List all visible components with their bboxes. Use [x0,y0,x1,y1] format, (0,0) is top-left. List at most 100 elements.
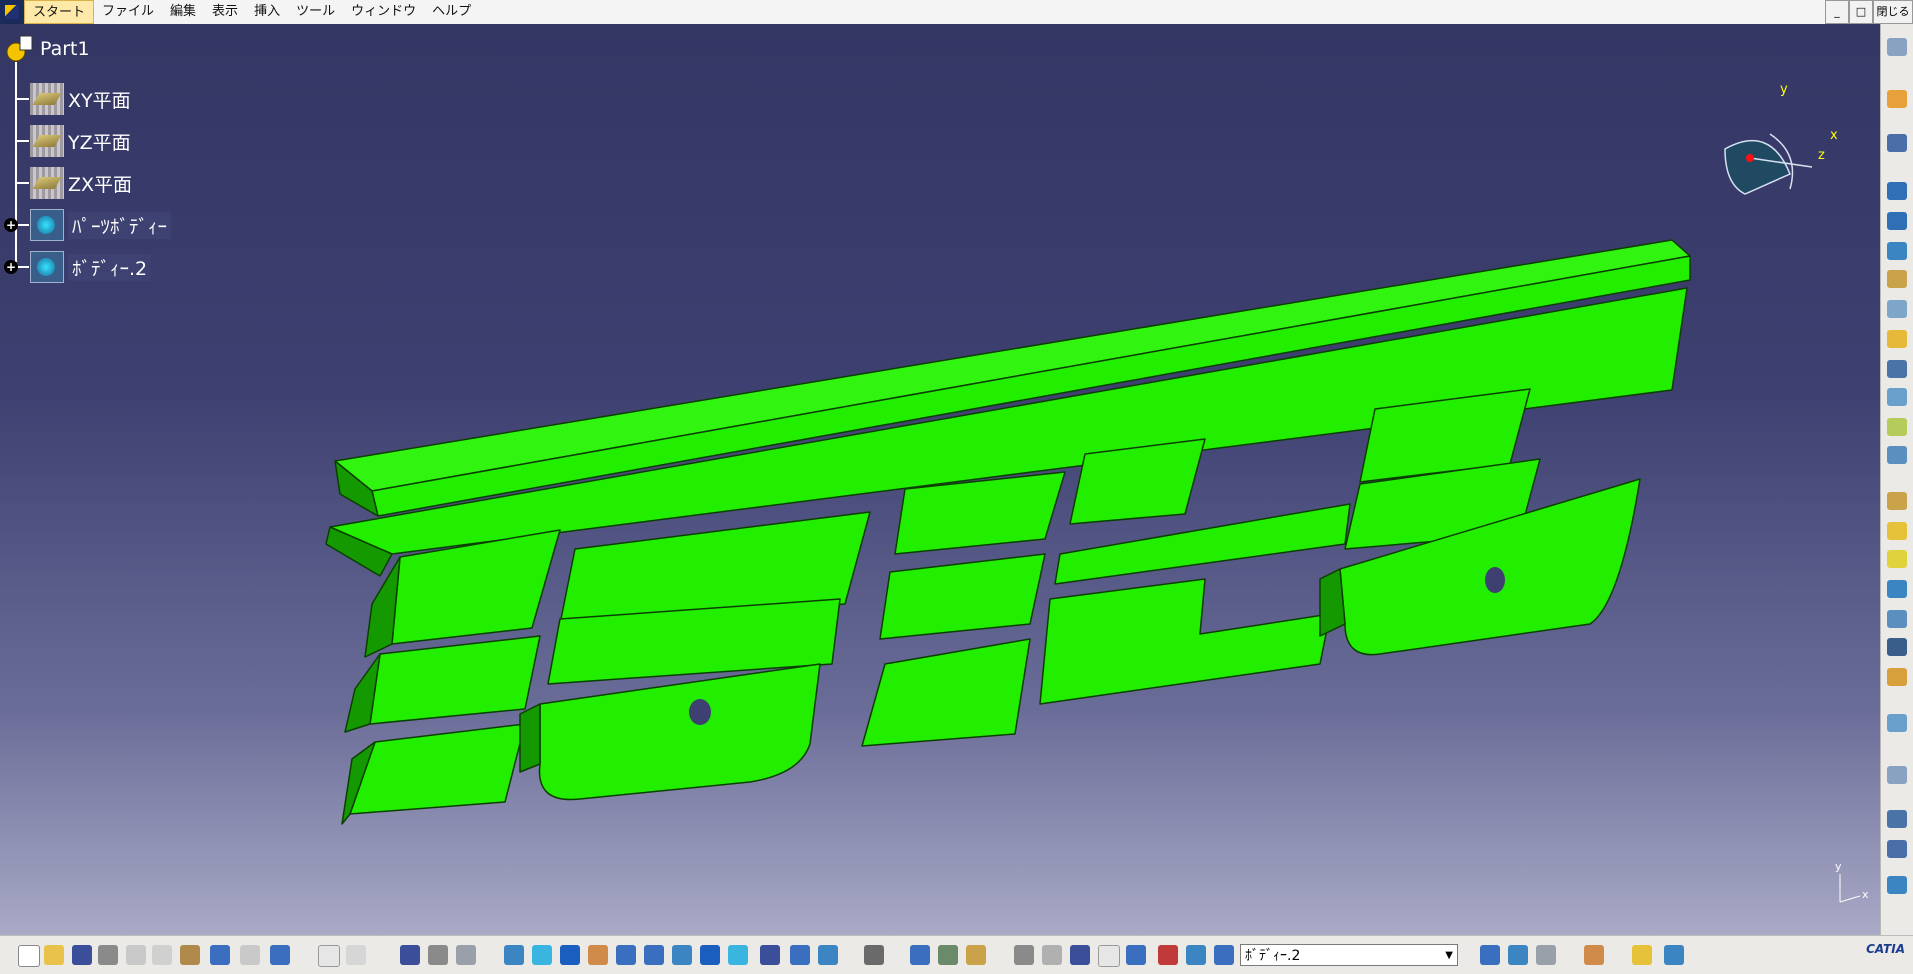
boolean-intersect-icon[interactable] [1536,945,1556,965]
whats-this-icon[interactable] [270,945,290,965]
expand-plus-icon[interactable]: + [4,260,18,274]
menu-help[interactable]: ヘルプ [424,0,479,24]
redo-icon[interactable] [240,945,260,965]
pad-icon[interactable] [1887,182,1907,200]
rib-icon[interactable] [1887,330,1907,348]
menu-file[interactable]: ファイル [94,0,162,24]
apply-material-icon[interactable] [938,945,958,965]
window-controls: _ □ 閉じる [1825,0,1913,24]
expand-plus-icon[interactable]: + [4,218,18,232]
formula-icon[interactable] [318,945,340,967]
measure-inertia-icon[interactable] [966,945,986,965]
bottom-toolbar: ﾎﾞﾃﾞｨｰ.2 ▼ CATIA [0,935,1913,974]
menu-view[interactable]: 表示 [204,0,246,24]
chamfer-icon[interactable] [1887,522,1907,540]
measure-icon[interactable] [1887,876,1907,894]
work-on-support-icon[interactable] [1126,945,1146,965]
menu-start[interactable]: スタート [24,0,95,24]
lock-icon[interactable] [428,945,448,965]
select-arrow-icon[interactable] [1887,90,1907,108]
shaft-icon[interactable] [1887,242,1907,260]
menu-tools[interactable]: ツール [288,0,343,24]
slot-icon[interactable] [1887,360,1907,378]
print-icon[interactable] [98,945,118,965]
shell-icon[interactable] [1887,580,1907,598]
define-work-object-icon[interactable] [1214,945,1234,965]
menu-edit[interactable]: 編集 [162,0,204,24]
zoom-out-icon[interactable] [644,945,664,965]
iso-view-icon[interactable] [728,945,748,965]
compass-y-label: y [1780,82,1788,97]
edge-fillet-icon[interactable] [1887,492,1907,510]
zoom-in-icon[interactable] [616,945,636,965]
refresh-icon[interactable] [1014,945,1034,965]
pocket-icon[interactable] [1887,212,1907,230]
tree-item-zx-plane[interactable]: ZX平面 [30,166,132,200]
snap-icon[interactable] [1098,945,1120,967]
boolean-remove-icon[interactable] [1508,945,1528,965]
comment-icon[interactable] [346,945,366,965]
mirror-icon[interactable] [1887,714,1907,732]
macro-icon[interactable] [1632,945,1652,965]
sketch-settings-icon[interactable] [1887,38,1907,56]
normal-view-icon[interactable] [672,945,692,965]
catalog-icon[interactable] [1664,945,1684,965]
groove-icon[interactable] [1887,270,1907,288]
3d-viewport[interactable]: y x z y x Part1 XY平面 YZ平面 ZX平面 + ﾊﾟｰﾂﾎﾞﾃ… [0,24,1880,935]
menu-insert[interactable]: 挿入 [246,0,288,24]
hole-icon[interactable] [1887,300,1907,318]
open-folder-icon[interactable] [44,945,64,965]
remove-face-icon[interactable] [1887,668,1907,686]
constraint-icon[interactable] [1158,945,1178,965]
analysis-icon[interactable] [456,945,476,965]
current-body-select[interactable]: ﾎﾞﾃﾞｨｰ.2 ▼ [1240,944,1458,966]
sketcher-icon[interactable] [1887,134,1907,152]
fly-mode-icon[interactable] [504,945,524,965]
tree-item-body-2[interactable]: + ﾎﾞﾃﾞｨｰ.2 [4,250,152,284]
boolean-add-icon[interactable] [1480,945,1500,965]
save-icon[interactable] [72,945,92,965]
minimize-button[interactable]: _ [1825,0,1849,24]
copy-icon[interactable] [152,945,172,965]
knowledge-icon[interactable] [1584,945,1604,965]
thread-icon[interactable] [1887,638,1907,656]
cut-icon[interactable] [126,945,146,965]
rotate-icon[interactable] [588,945,608,965]
restore-button[interactable]: □ [1849,0,1873,24]
hide-show-icon[interactable] [790,945,810,965]
thickness-icon[interactable] [1887,610,1907,628]
update-icon[interactable] [864,945,884,965]
pan-icon[interactable] [560,945,580,965]
tree-item-part-body[interactable]: + ﾊﾟｰﾂﾎﾞﾃﾞｨｰ [4,208,172,242]
loft-icon[interactable] [1887,418,1907,436]
part-geometry[interactable] [0,24,1880,935]
remove-loft-icon[interactable] [1887,446,1907,464]
table-icon[interactable] [400,945,420,965]
paste-icon[interactable] [180,945,200,965]
body-gear-icon [30,251,64,283]
tree-item-xy-plane[interactable]: XY平面 [30,82,131,116]
undo-icon[interactable] [210,945,230,965]
tree-root-part1[interactable]: Part1 [4,32,90,66]
axis-system-icon[interactable] [1070,945,1090,965]
catia-app-icon[interactable] [0,0,24,24]
fit-all-icon[interactable] [532,945,552,965]
draft-icon[interactable] [1887,550,1907,568]
filter-icon[interactable] [1186,945,1206,965]
new-file-icon[interactable] [18,945,40,967]
tree-root-label: Part1 [40,38,90,60]
grid-icon[interactable] [1887,840,1907,858]
stiffener-icon[interactable] [1887,388,1907,406]
boolean-icon[interactable] [1887,810,1907,828]
close-button[interactable]: 閉じる [1873,0,1913,24]
swap-space-icon[interactable] [818,945,838,965]
multi-view-icon[interactable] [700,945,720,965]
mini-axis-x-label: x [1862,888,1869,901]
hand-icon[interactable] [1042,945,1062,965]
pattern-icon[interactable] [1887,766,1907,784]
measure-between-icon[interactable] [910,945,930,965]
shading-icon[interactable] [760,945,780,965]
tree-item-yz-plane[interactable]: YZ平面 [30,124,131,158]
menu-window[interactable]: ウィンドウ [343,0,424,24]
compass-x-label: x [1830,128,1838,143]
